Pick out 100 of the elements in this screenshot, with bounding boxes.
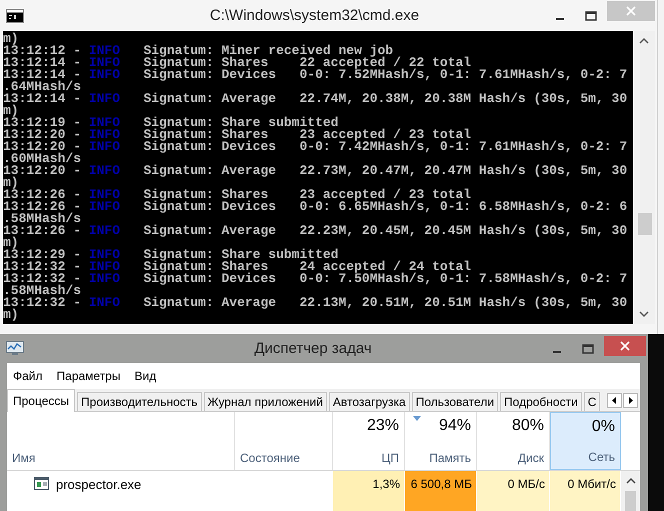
- maximize-icon[interactable]: [582, 344, 594, 354]
- log-level: INFO: [88, 139, 120, 154]
- sort-arrow-icon: [413, 416, 421, 421]
- log-level: INFO: [88, 247, 120, 262]
- maximize-icon[interactable]: [585, 10, 597, 20]
- log-continuation: m): [3, 31, 19, 46]
- scroll-right-icon[interactable]: [623, 393, 638, 408]
- log-time: 13:12:20 -: [3, 163, 82, 178]
- column-header[interactable]: Состояние: [235, 412, 333, 470]
- scroll-up-icon[interactable]: [626, 477, 636, 485]
- chart-icon: [6, 341, 24, 356]
- table-cell: 6 500,8 МБ: [405, 471, 477, 511]
- menu-item[interactable]: Файл: [13, 369, 43, 383]
- log-message: Signatum: Share submitted: [142, 115, 338, 130]
- log-continuation: .58MHash/s: [3, 211, 82, 226]
- log-level: INFO: [88, 115, 120, 130]
- scrollbar[interactable]: [633, 31, 655, 324]
- tab[interactable]: Журнал приложений: [204, 392, 327, 411]
- column-label: Сеть: [588, 450, 615, 464]
- log-continuation: m): [3, 175, 19, 190]
- log-level: INFO: [88, 199, 120, 214]
- log-time: 13:12:26 -: [3, 199, 82, 214]
- log-level: INFO: [88, 163, 120, 178]
- scroll-thumb[interactable]: [638, 213, 652, 235]
- tab[interactable]: Производительность: [77, 392, 202, 411]
- log-time: 13:12:32 -: [3, 295, 82, 310]
- column-label: Память: [429, 451, 471, 465]
- app-window-icon: [34, 477, 49, 490]
- log-level: INFO: [88, 127, 120, 142]
- log-time: 13:12:32 -: [3, 271, 82, 286]
- log-message: Signatum: Average 22.13M, 20.51M, 20.51M Hash/s (30s, 5m, 30: [142, 295, 628, 310]
- log-message: Signatum: Devices 0-0: 7.42MHash/s, 0-1: 7.61MHash/s, 0-2: 7: [142, 139, 628, 154]
- log-continuation: m): [3, 103, 19, 118]
- log-level: INFO: [88, 91, 120, 106]
- column-header[interactable]: Имя: [7, 412, 235, 470]
- log-message: Signatum: Devices 0-0: 7.52MHash/s, 0-1: 7.61MHash/s, 0-2: 7: [142, 67, 628, 82]
- log-level: INFO: [88, 187, 120, 202]
- table-cell: 0 Мбит/с: [550, 471, 621, 511]
- table-cell: 1,3%: [333, 471, 405, 511]
- log-time: 13:12:26 -: [3, 223, 82, 238]
- log-continuation: .60MHash/s: [3, 151, 82, 166]
- log-continuation: .64MHash/s: [3, 79, 82, 94]
- log-level: INFO: [88, 259, 120, 274]
- log-message: Signatum: Average 22.74M, 20.38M, 20.38M Hash/s (30s, 5m, 30: [142, 91, 628, 106]
- column-percent: 94%: [438, 417, 471, 435]
- column-label: ЦП: [381, 451, 399, 465]
- close-icon: [626, 6, 636, 16]
- log-time: 13:12:32 -: [3, 259, 82, 274]
- log-message: Signatum: Devices 0-0: 6.65MHash/s, 0-1: 6.58MHash/s, 0-2: 6: [142, 199, 628, 214]
- column-label: Состояние: [240, 451, 301, 465]
- log-continuation: m): [3, 235, 19, 250]
- log-message: Signatum: Share submitted: [142, 247, 338, 262]
- log-level: INFO: [88, 223, 120, 238]
- tab[interactable]: Процессы: [7, 389, 76, 412]
- log-time: 13:12:20 -: [3, 127, 82, 142]
- scroll-down-icon[interactable]: [638, 310, 650, 318]
- log-level: INFO: [88, 43, 120, 58]
- log-level: INFO: [88, 67, 120, 82]
- column-label: Диск: [518, 451, 544, 465]
- log-message: Signatum: Average 22.73M, 20.47M, 20.47M Hash/s (30s, 5m, 30: [142, 163, 628, 178]
- column-percent: 80%: [512, 417, 544, 435]
- log-time: 13:12:14 -: [3, 67, 82, 82]
- log-time: 13:12:20 -: [3, 139, 82, 154]
- log-level: INFO: [88, 295, 120, 310]
- log-message: Signatum: Shares 23 accepted / 23 total: [142, 127, 472, 142]
- log-level: INFO: [88, 55, 120, 70]
- menu-item[interactable]: Вид: [134, 369, 156, 383]
- tab[interactable]: Пользователи: [412, 392, 498, 411]
- log-message: Signatum: Average 22.23M, 20.45M, 20.45M Hash/s (30s, 5m, 30: [142, 223, 628, 238]
- log-message: Signatum: Shares 24 accepted / 24 total: [142, 259, 472, 274]
- log-continuation: .58MHash/s: [3, 283, 82, 298]
- log-message: Signatum: Shares 23 accepted / 23 total: [142, 187, 472, 202]
- column-percent: 0%: [592, 418, 615, 436]
- close-button[interactable]: [604, 336, 646, 356]
- menu-item[interactable]: Параметры: [56, 369, 120, 383]
- process-name: prospector.exe: [56, 477, 142, 492]
- log-continuation: m): [3, 307, 19, 322]
- window-title: Диспетчер задач: [253, 340, 373, 357]
- scroll-up-icon[interactable]: [638, 37, 650, 45]
- column-header[interactable]: 94% Память: [405, 412, 477, 470]
- tab[interactable]: С: [584, 392, 600, 411]
- window-title: C:\Windows\system32\cmd.exe: [208, 7, 420, 24]
- log-message: Signatum: Devices 0-0: 7.50MHash/s, 0-1: 7.58MHash/s, 0-2: 7: [142, 271, 628, 286]
- log-level: INFO: [88, 271, 120, 286]
- column-percent: 23%: [366, 417, 399, 435]
- scroll-thumb[interactable]: [625, 491, 636, 511]
- log-message: Signatum: Miner received new job: [142, 43, 394, 58]
- scrollbar[interactable]: [621, 471, 640, 511]
- close-icon: [620, 340, 630, 350]
- tab[interactable]: Автозагрузка: [328, 392, 410, 411]
- log-time: 13:12:14 -: [3, 55, 82, 70]
- log-time: 13:12:14 -: [3, 91, 82, 106]
- column-header[interactable]: 0% Сеть: [550, 412, 621, 470]
- scroll-left-icon[interactable]: [607, 393, 622, 408]
- column-header[interactable]: 23% ЦП: [333, 412, 405, 470]
- column-label: Имя: [12, 451, 36, 465]
- tab[interactable]: Подробности: [500, 392, 582, 411]
- console-icon: [6, 8, 24, 22]
- table-cell: 0 МБ/с: [477, 471, 550, 511]
- log-message: Signatum: Shares 22 accepted / 22 total: [142, 55, 472, 70]
